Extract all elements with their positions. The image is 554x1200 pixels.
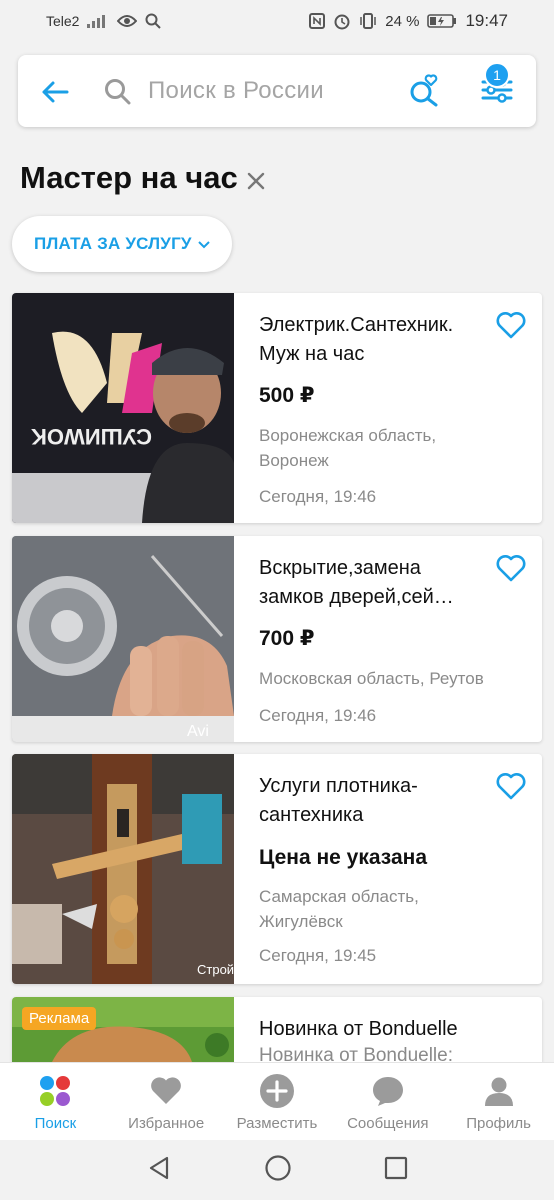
favorite-heart-icon[interactable] — [496, 554, 526, 582]
listing-location: Самарская область, Жигулёвск — [259, 887, 419, 931]
listing-location: Московская область, Реутов — [259, 669, 484, 688]
back-triangle-icon[interactable] — [146, 1155, 172, 1186]
clear-category-icon[interactable] — [246, 171, 266, 191]
search-bar: Поиск в России — [18, 55, 536, 127]
tab-label: Профиль — [466, 1115, 531, 1132]
listing-date: Сегодня, 19:46 — [259, 706, 377, 725]
page-title: Мастер на час — [20, 160, 238, 195]
ad-title[interactable]: Новинка от Bonduelle — [259, 1015, 489, 1044]
listing-photo: Avi — [12, 536, 234, 742]
listing-title[interactable]: Вскрытие,замена замков дверей,сей… — [259, 554, 489, 612]
tab-label: Поиск — [34, 1115, 77, 1132]
ad-subtitle: Новинка от Bonduelle: — [259, 1045, 453, 1062]
thumb-watermark: Avi — [187, 723, 209, 740]
listing-price: Цена не указана — [259, 846, 427, 869]
favorite-heart-icon[interactable] — [496, 311, 526, 339]
listing-location: Воронежская область, Воронеж — [259, 426, 437, 470]
filter-count-badge: 1 — [484, 62, 510, 88]
clock: 19:47 — [465, 11, 508, 30]
listing-card[interactable]: Avi Вскрытие,замена замков дверей,сей… 7… — [12, 536, 542, 742]
thumb-sign-text: СУШИWOK — [31, 424, 152, 449]
battery-percent: 24 % — [385, 12, 420, 30]
listing-photo: Строй — [12, 754, 234, 984]
search-icon — [104, 78, 132, 106]
tab-post[interactable]: Разместить — [222, 1063, 333, 1140]
back-arrow-icon[interactable] — [40, 77, 70, 107]
bottom-tab-bar: Поиск Избранное Разместить Сообщения Про… — [0, 1062, 554, 1140]
tab-label: Сообщения — [347, 1115, 429, 1132]
listing-title[interactable]: Услуги плотника-сантехника — [259, 772, 489, 830]
chip-label: ПЛАТА ЗА УСЛУГУ — [34, 234, 192, 253]
listing-title[interactable]: Электрик.Сантехник. Муж на час — [259, 311, 489, 369]
vibrate-icon — [359, 13, 377, 29]
tab-label: Разместить — [236, 1115, 318, 1132]
tab-profile[interactable]: Профиль — [443, 1063, 554, 1140]
listing-date: Сегодня, 19:46 — [259, 487, 377, 506]
carrier-name: Tele2 — [46, 13, 80, 29]
search-input[interactable]: Поиск в России — [148, 77, 324, 105]
alarm-icon — [333, 12, 351, 30]
chevron-down-icon — [197, 234, 210, 254]
ad-card[interactable]: Реклама Новинка от Bonduelle Новинка от … — [12, 997, 542, 1062]
listing-price: 500 ₽ — [259, 384, 315, 407]
favorite-heart-icon[interactable] — [496, 772, 526, 800]
system-nav-bar — [0, 1140, 554, 1200]
status-bar: Tele2 24 % 19:47 — [0, 0, 554, 42]
heart-icon — [148, 1073, 184, 1109]
tab-messages[interactable]: Сообщения — [332, 1063, 443, 1140]
nfc-icon — [309, 13, 326, 29]
listing-price: 700 ₽ — [259, 627, 315, 650]
eye-icon — [117, 14, 138, 28]
ad-photo: Реклама — [12, 997, 234, 1062]
tab-label: Избранное — [128, 1115, 205, 1132]
ad-badge: Реклама — [22, 1007, 97, 1030]
listing-card[interactable]: СУШИWOK Электрик.Сантехник. Муж на час 5… — [12, 293, 542, 523]
listing-date: Сегодня, 19:45 — [259, 946, 377, 965]
payment-filter-chip[interactable]: ПЛАТА ЗА УСЛУГУ — [12, 216, 232, 272]
listing-card[interactable]: Строй Услуги плотника-сантехника Цена не… — [12, 754, 542, 984]
tab-favorites[interactable]: Избранное — [111, 1063, 222, 1140]
battery-icon — [427, 13, 457, 29]
listing-photo: СУШИWOK — [12, 293, 234, 523]
plus-icon — [259, 1073, 295, 1109]
chat-icon — [370, 1073, 406, 1109]
thumb-watermark: Строй — [197, 962, 234, 977]
signal-icon — [87, 14, 109, 28]
tab-search[interactable]: Поиск — [0, 1063, 111, 1140]
search-status-icon — [145, 13, 162, 29]
search-dots-icon — [37, 1073, 73, 1109]
person-icon — [481, 1073, 517, 1109]
home-circle-icon[interactable] — [264, 1154, 292, 1187]
recents-square-icon[interactable] — [384, 1156, 408, 1185]
saved-search-heart-icon[interactable] — [408, 73, 442, 107]
